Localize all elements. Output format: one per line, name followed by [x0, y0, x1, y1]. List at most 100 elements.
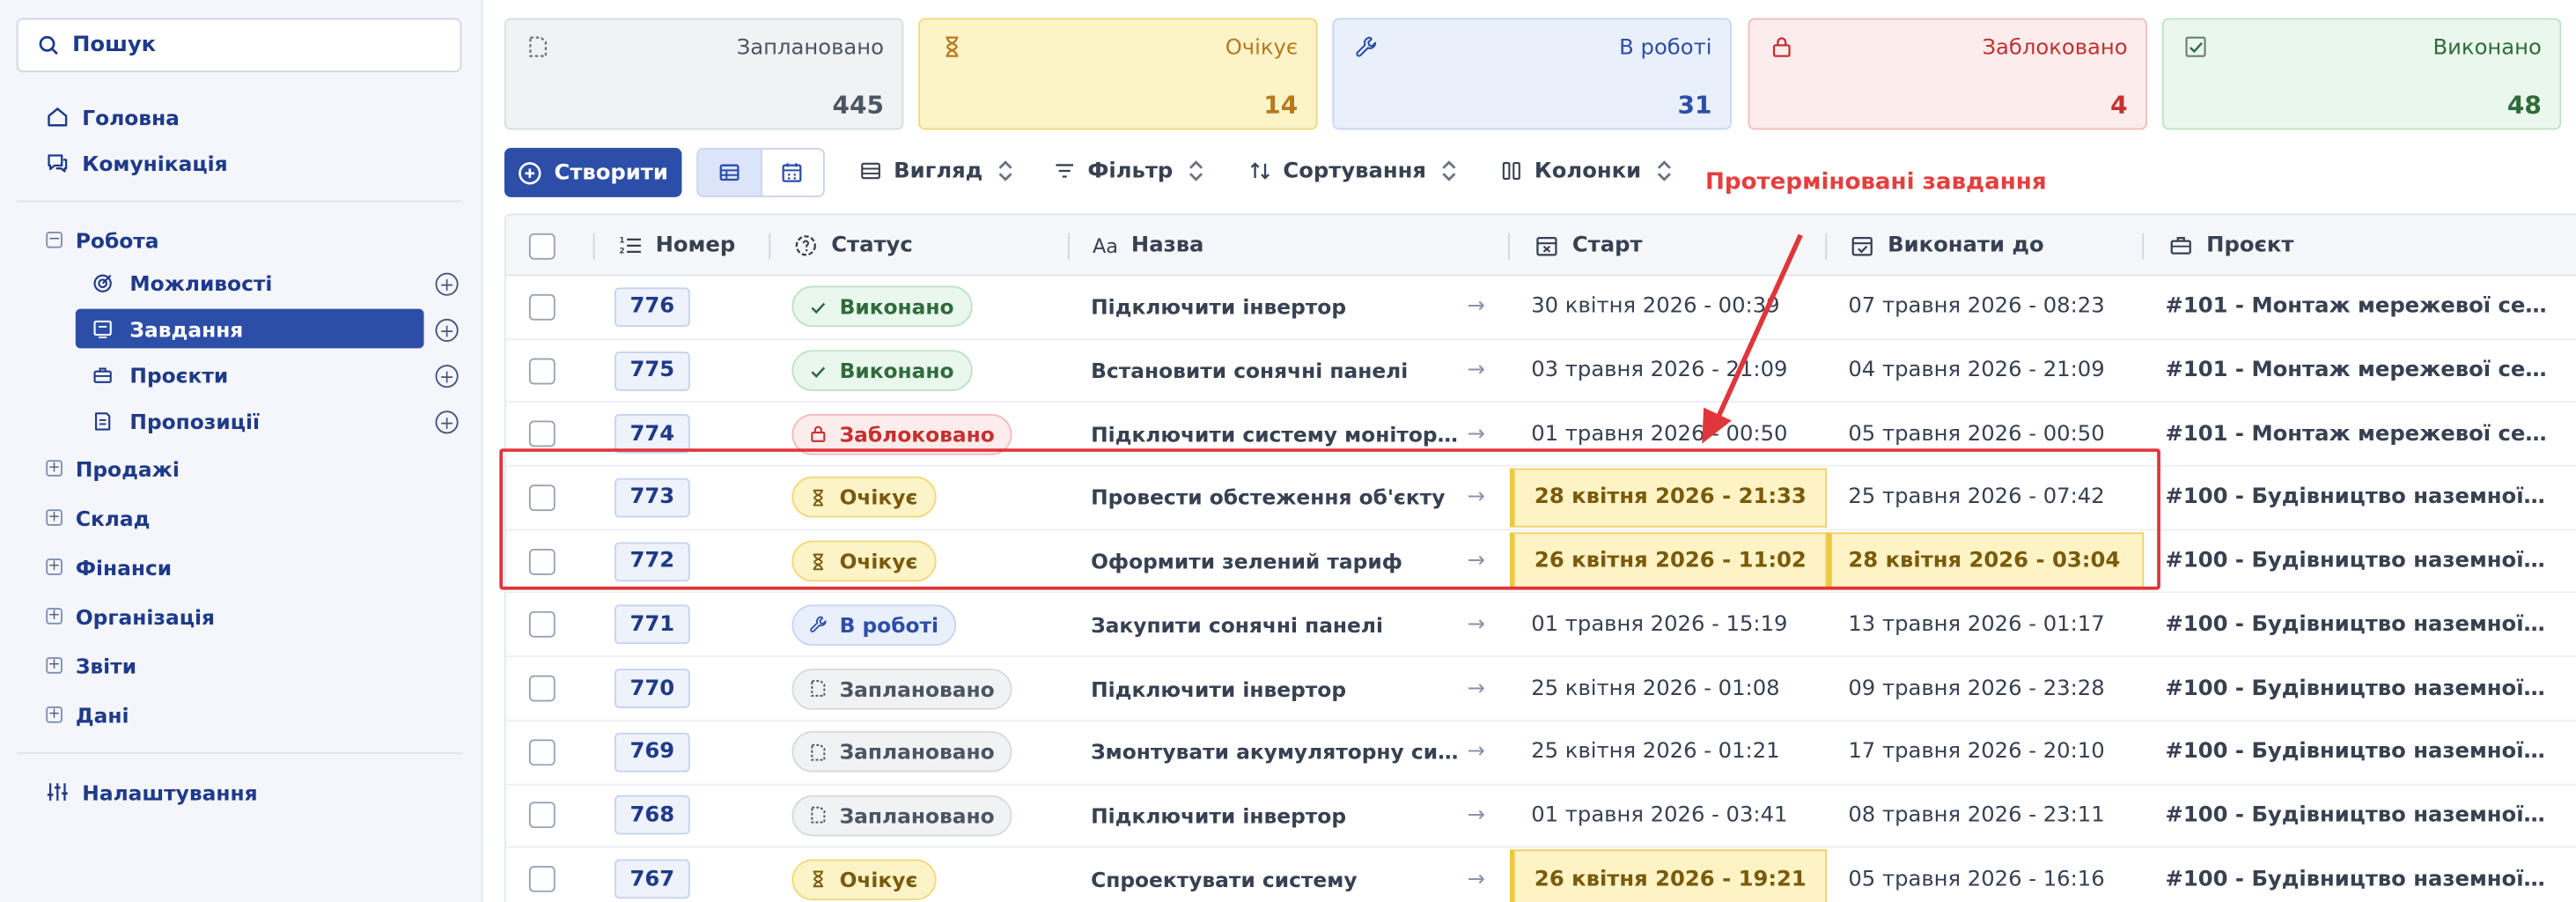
table-view-button[interactable]: [698, 149, 761, 196]
stat-card-planned[interactable]: Заплановано 445: [504, 18, 904, 130]
sidebar-item-opportunities[interactable]: Можливості: [76, 262, 424, 302]
project-cell[interactable]: #100 - Будівництво наземної се...: [2166, 848, 2552, 902]
sidebar-item-projects[interactable]: Проєкти: [76, 355, 424, 395]
sidebar-item-tasks[interactable]: Завдання: [75, 308, 424, 349]
table-row[interactable]: 770 Заплановано Підключити інвертор → 25…: [505, 657, 2576, 721]
due-cell-overdue[interactable]: 28 квітня 2026 - 03:04: [1827, 531, 2145, 591]
task-number-link[interactable]: 772: [614, 541, 690, 581]
column-divider[interactable]: [769, 233, 771, 260]
col-number[interactable]: 12 Номер: [595, 215, 735, 276]
group-work[interactable]: − Робота: [46, 224, 159, 256]
column-divider[interactable]: [592, 233, 595, 260]
open-arrow-icon[interactable]: →: [1468, 867, 1485, 891]
col-due[interactable]: Виконати до: [1827, 215, 2044, 276]
status-badge[interactable]: Заплановано: [791, 668, 1013, 709]
group-finance[interactable]: + Фінанси: [46, 551, 172, 583]
status-badge[interactable]: Виконано: [791, 350, 973, 391]
table-row[interactable]: 767 Очікує Спроектувати систему → 26 кві…: [506, 848, 2576, 902]
status-badge[interactable]: Очікує: [791, 858, 936, 900]
name-cell[interactable]: Підключити систему моніторингу →: [1091, 403, 1508, 465]
table-row[interactable]: 768 Заплановано Підключити інвертор → 01…: [505, 785, 2576, 848]
open-arrow-icon[interactable]: →: [1468, 359, 1485, 383]
group-reports[interactable]: + Звіти: [46, 649, 136, 682]
create-button[interactable]: Створити: [504, 147, 682, 197]
project-cell[interactable]: #101 - Монтаж мережевої сес - ...: [2166, 340, 2552, 402]
add-opportunity-button[interactable]: +: [435, 272, 459, 296]
name-cell[interactable]: Підключити інвертор →: [1091, 657, 1508, 719]
task-number-link[interactable]: 773: [614, 477, 690, 518]
search-input[interactable]: Пошук: [16, 18, 462, 73]
table-row[interactable]: 774 Заблоковано Підключити систему моніт…: [505, 403, 2576, 467]
status-badge[interactable]: Заблоковано: [791, 413, 1013, 455]
due-cell[interactable]: 05 травня 2026 - 00:50: [1848, 403, 2104, 465]
row-checkbox[interactable]: [528, 548, 556, 575]
select-all-checkbox[interactable]: [528, 232, 556, 259]
start-cell-overdue[interactable]: 26 квітня 2026 - 19:21: [1509, 849, 1828, 902]
open-arrow-icon[interactable]: →: [1468, 549, 1485, 573]
open-arrow-icon[interactable]: →: [1468, 612, 1485, 637]
project-cell[interactable]: #100 - Будівництво наземної се...: [2166, 467, 2552, 529]
columns-dropdown[interactable]: Колонки: [1500, 154, 1676, 187]
status-badge[interactable]: Заплановано: [791, 795, 1013, 837]
table-row[interactable]: 775 Виконано Встановити сонячні панелі →…: [505, 340, 2576, 403]
status-badge[interactable]: Виконано: [791, 286, 973, 328]
due-cell[interactable]: 05 травня 2026 - 16:16: [1848, 848, 2104, 902]
name-cell[interactable]: Спроектувати систему →: [1091, 848, 1508, 902]
name-cell[interactable]: Змонтувати акумуляторну систе... →: [1091, 721, 1508, 783]
task-number-link[interactable]: 768: [614, 795, 690, 836]
name-cell[interactable]: Провести обстеження об'єкту →: [1091, 467, 1508, 529]
name-cell[interactable]: Оформити зелений тариф →: [1091, 530, 1508, 592]
name-cell[interactable]: Підключити інвертор →: [1091, 785, 1508, 847]
nav-settings[interactable]: Налаштування: [46, 775, 258, 808]
col-project[interactable]: Проєкт: [2145, 215, 2293, 276]
column-divider[interactable]: [1067, 233, 1070, 260]
row-checkbox[interactable]: [528, 611, 556, 639]
row-checkbox[interactable]: [528, 866, 556, 893]
due-cell[interactable]: 17 травня 2026 - 20:10: [1848, 721, 2104, 783]
row-checkbox[interactable]: [528, 420, 556, 447]
due-cell[interactable]: 08 травня 2026 - 23:11: [1848, 785, 2104, 847]
task-number-link[interactable]: 767: [614, 859, 690, 899]
due-cell[interactable]: 04 травня 2026 - 21:09: [1848, 340, 2104, 402]
column-divider[interactable]: [1508, 233, 1510, 260]
sort-dropdown[interactable]: Сортування: [1248, 154, 1461, 187]
project-cell[interactable]: #100 - Будівництво наземної се...: [2166, 785, 2552, 847]
start-cell[interactable]: 01 травня 2026 - 00:50: [1531, 403, 1787, 465]
col-start[interactable]: Старт: [1512, 215, 1643, 276]
start-cell[interactable]: 03 травня 2026 - 21:09: [1531, 340, 1787, 402]
start-cell[interactable]: 30 квітня 2026 - 00:39: [1531, 276, 1779, 337]
project-cell[interactable]: #101 - Монтаж мережевої сес - ...: [2166, 403, 2552, 465]
column-divider[interactable]: [1825, 233, 1828, 260]
task-number-link[interactable]: 769: [614, 732, 690, 773]
name-cell[interactable]: Встановити сонячні панелі →: [1091, 340, 1508, 402]
group-sales[interactable]: + Продажі: [46, 452, 180, 484]
status-badge[interactable]: Очікує: [791, 477, 936, 519]
start-cell[interactable]: 01 травня 2026 - 15:19: [1531, 594, 1787, 655]
status-badge[interactable]: Заплановано: [791, 731, 1013, 773]
open-arrow-icon[interactable]: →: [1468, 740, 1485, 765]
start-cell-overdue[interactable]: 28 квітня 2026 - 21:33: [1509, 468, 1828, 528]
nav-communication[interactable]: Комунікація: [46, 146, 228, 179]
task-number-link[interactable]: 771: [614, 605, 690, 645]
group-organization[interactable]: + Організація: [46, 600, 215, 632]
status-badge[interactable]: Очікує: [791, 540, 936, 582]
stat-card-blocked[interactable]: Заблоковано 4: [1748, 18, 2147, 130]
group-data[interactable]: + Дані: [46, 699, 129, 731]
task-number-link[interactable]: 775: [614, 351, 690, 391]
due-cell[interactable]: 13 травня 2026 - 01:17: [1848, 594, 2104, 655]
status-badge[interactable]: В роботі: [791, 604, 957, 646]
task-number-link[interactable]: 774: [614, 414, 690, 455]
nav-home[interactable]: Головна: [46, 100, 180, 133]
row-checkbox[interactable]: [528, 738, 556, 765]
due-cell[interactable]: 07 травня 2026 - 08:23: [1848, 276, 2104, 337]
col-name[interactable]: Aa Назва: [1070, 215, 1203, 276]
calendar-view-button[interactable]: [760, 149, 823, 196]
open-arrow-icon[interactable]: →: [1468, 422, 1485, 447]
stat-card-in-work[interactable]: В роботі 31: [1332, 18, 1732, 130]
row-checkbox[interactable]: [528, 675, 556, 702]
row-checkbox[interactable]: [528, 357, 556, 384]
open-arrow-icon[interactable]: →: [1468, 485, 1485, 510]
add-project-button[interactable]: +: [435, 365, 459, 388]
start-cell-overdue[interactable]: 26 квітня 2026 - 11:02: [1509, 531, 1828, 591]
sidebar-item-proposals[interactable]: Пропозиції: [76, 401, 424, 440]
